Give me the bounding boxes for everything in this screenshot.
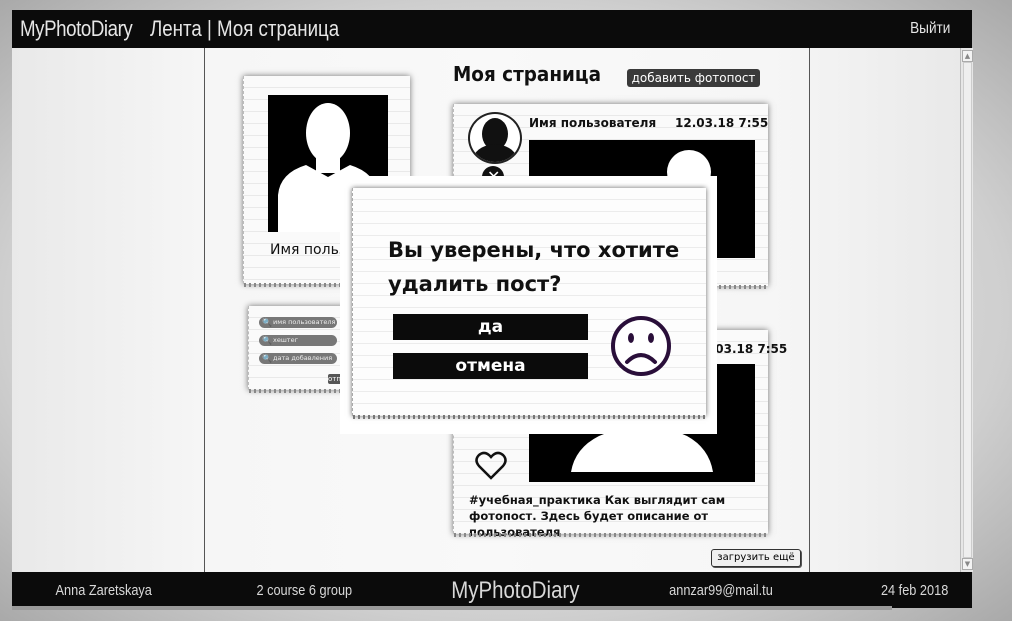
post-caption: #учебная_практика Как выглядит сам фотоп… [469,493,726,539]
search-icon: 🔍 [262,318,272,327]
logout-link[interactable]: Выйти [910,20,950,38]
dialog-question: Вы уверены, что хотите удалить пост? [388,238,680,296]
like-heart-icon[interactable] [474,448,508,482]
top-navigation-bar: MyPhotoDiary Лента | Моя страница Выйти [12,10,972,48]
search-hashtag-input[interactable]: 🔍 хештег [259,335,337,346]
nav-feed-link[interactable]: Лента [150,16,202,41]
footer-email[interactable]: annzar99@mail.tu [669,582,773,599]
sad-face-icon [611,316,671,376]
footer-date: 24 feb 2018 [880,582,949,599]
search-icon: 🔍 [262,336,272,345]
scroll-up-arrow-icon[interactable]: ▲ [962,50,973,62]
brand-logo[interactable]: MyPhotoDiary [20,16,133,42]
confirm-delete-button[interactable]: да [393,314,588,340]
left-column-divider [204,48,205,572]
footer-shadow-bar [12,606,892,610]
add-photopost-button[interactable]: добавить фотопост [627,69,760,87]
load-more-button[interactable]: загрузить ещё [711,549,801,567]
vertical-scrollbar[interactable]: ▲ ▼ [960,48,973,572]
post-author-avatar[interactable] [468,112,522,164]
main-nav: Лента | Моя страница [150,16,339,42]
dialog-card: Вы уверены, что хотите удалить пост? да … [352,188,706,419]
right-column-divider [809,48,810,572]
page-title: Моя страница [453,62,601,86]
search-username-input[interactable]: 🔍 имя пользователя [259,317,337,328]
user-silhouette-icon [472,118,518,162]
delete-confirm-dialog: Вы уверены, что хотите удалить пост? да … [340,176,717,434]
footer: Anna Zaretskaya 2 course 6 group MyPhoto… [12,572,972,608]
footer-author: Anna Zaretskaya [55,582,152,599]
footer-brand: MyPhotoDiary [451,577,580,604]
scroll-track[interactable] [963,62,972,558]
search-icon: 🔍 [262,354,272,363]
nav-my-page-link[interactable]: Моя страница [217,16,339,41]
post-username[interactable]: Имя пользователя [529,116,656,130]
scroll-down-arrow-icon[interactable]: ▼ [962,558,973,570]
post-datetime: 12.03.18 7:55 [675,116,769,130]
search-date-input[interactable]: 🔍 дата добавления [259,353,337,364]
footer-group: 2 course 6 group [256,582,353,599]
cancel-delete-button[interactable]: отмена [393,353,588,379]
nav-separator: | [206,16,212,41]
